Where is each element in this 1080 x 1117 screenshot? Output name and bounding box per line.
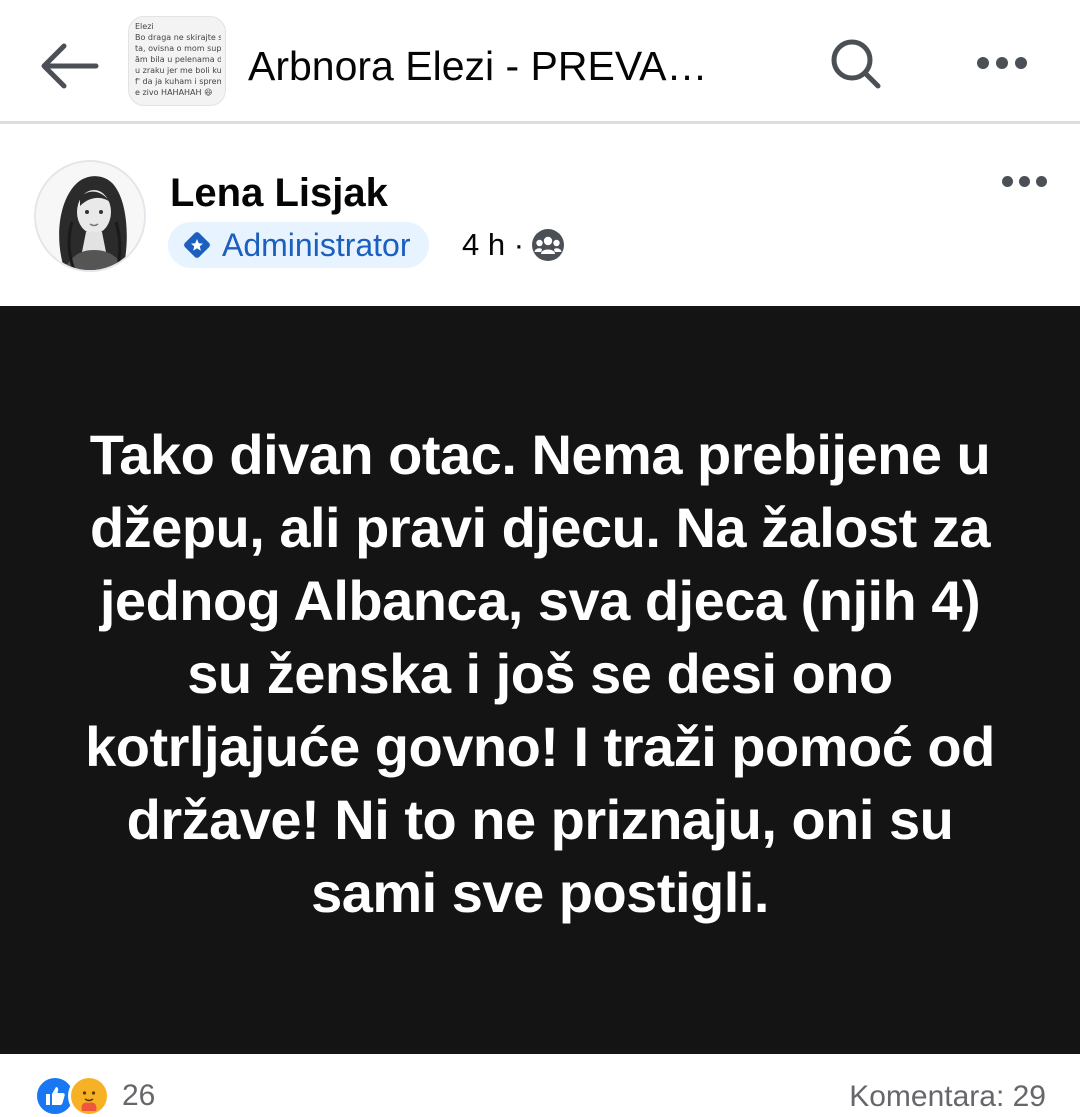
group-thumbnail[interactable]: Elezi Bo draga ne skirajte se ta, ovisna… <box>128 16 226 106</box>
thumbnail-line: ta, ovisna o mom supr <box>135 44 221 53</box>
profile-picture <box>36 162 144 270</box>
search-button[interactable] <box>822 30 890 98</box>
text-post-card[interactable]: Tako divan otac. Nema prebijene u džepu,… <box>0 306 1080 1054</box>
arrow-left-icon <box>41 43 99 89</box>
timestamp-text: 4 h · <box>462 227 525 262</box>
more-options-button[interactable] <box>966 40 1038 86</box>
top-bar: Elezi Bo draga ne skirajte se ta, ovisna… <box>0 0 1080 124</box>
admin-badge[interactable]: Administrator <box>168 222 429 268</box>
more-horizontal-icon <box>977 57 989 69</box>
thumbnail-text: Elezi Bo draga ne skirajte se ta, ovisna… <box>135 21 221 98</box>
care-reaction-icon <box>68 1075 110 1117</box>
author-name[interactable]: Lena Lisjak <box>170 168 388 218</box>
post-text: Tako divan otac. Nema prebijene u džepu,… <box>85 422 995 924</box>
group-audience-icon <box>532 229 565 261</box>
more-dot <box>1035 175 1047 187</box>
more-dot <box>996 57 1008 69</box>
thumbnail-line: ām bila u pelenama do <box>135 55 221 64</box>
reactions-summary[interactable]: 26 <box>34 1075 156 1117</box>
post-timestamp[interactable]: 4 h · <box>462 222 566 268</box>
thumbnail-line: Elezi <box>135 22 154 31</box>
comments-count-link[interactable]: Komentara: 29 <box>849 1080 1046 1114</box>
thumbnail-line: f' da ja kuham i spremi <box>135 77 221 86</box>
reaction-count: 26 <box>122 1079 156 1112</box>
more-dot <box>1018 175 1030 187</box>
thumbnail-line: e zivo HAHAHAH 😆 <box>135 88 213 97</box>
avatar[interactable] <box>34 160 146 272</box>
thumbnail-line: Bo draga ne skirajte se <box>135 33 221 42</box>
page-title[interactable]: Arbnora Elezi - PREVA… <box>248 38 768 94</box>
more-dot <box>1015 57 1027 69</box>
back-button[interactable] <box>30 28 106 104</box>
search-icon <box>831 39 881 89</box>
post-options-button[interactable] <box>992 170 1056 192</box>
thumbnail-line: u zraku jer me boli ku <box>135 66 221 75</box>
admin-badge-label: Administrator <box>222 227 411 263</box>
more-horizontal-icon <box>1001 175 1013 187</box>
admin-diamond-icon <box>182 230 212 260</box>
